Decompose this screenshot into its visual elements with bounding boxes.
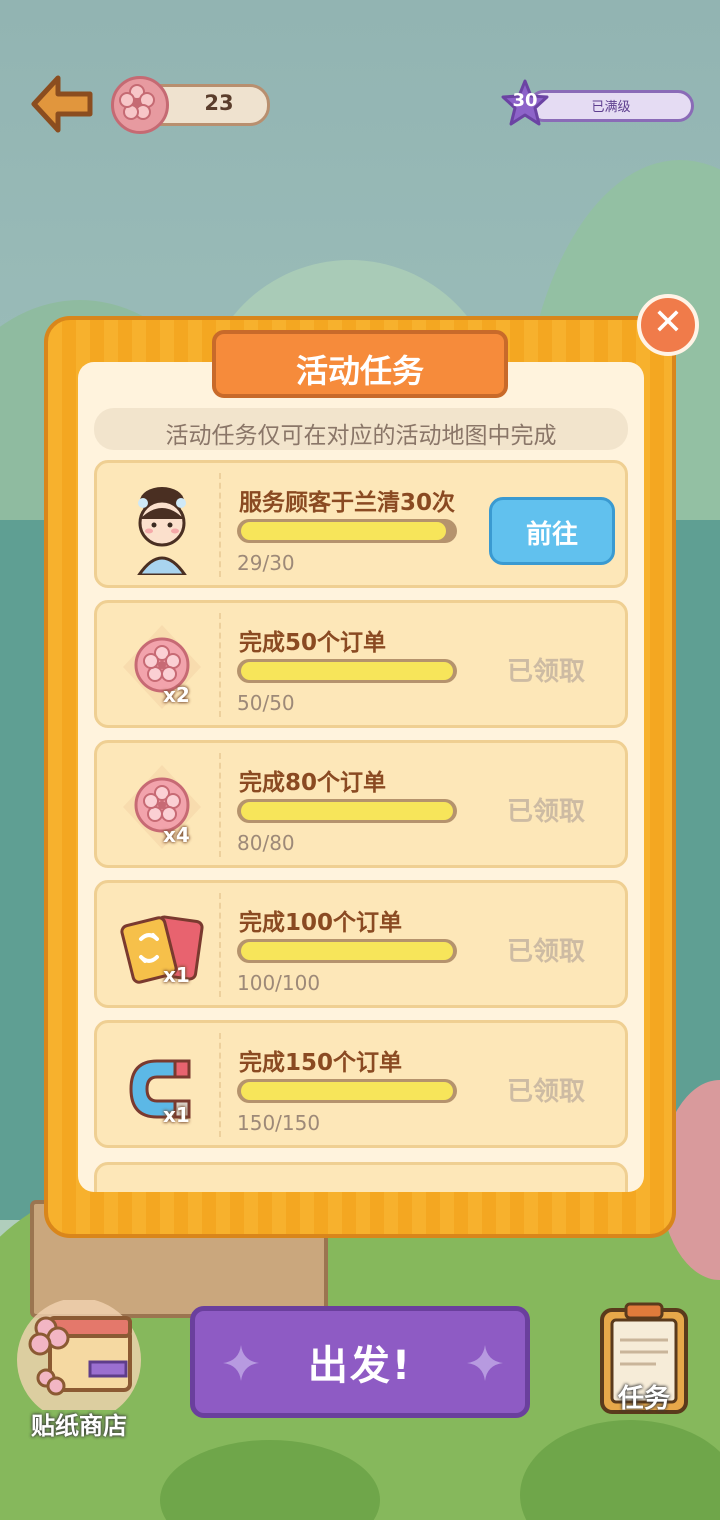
progress-bar bbox=[237, 1079, 457, 1103]
claimed-status: 已领取 bbox=[507, 937, 586, 967]
dialog-title-plate: 活动任务 bbox=[212, 330, 508, 398]
progress-fill bbox=[241, 522, 446, 540]
swap-cards-icon: x1 bbox=[117, 899, 207, 995]
go-button[interactable]: 前往 bbox=[489, 497, 615, 565]
go-button-label: 前往 bbox=[525, 520, 578, 550]
progress-text: 100/100 bbox=[237, 971, 321, 995]
progress-fill bbox=[241, 1082, 453, 1100]
reward-quantity: x2 bbox=[163, 683, 190, 707]
divider bbox=[219, 613, 221, 717]
mission-label: 任务 bbox=[617, 1384, 670, 1414]
divider bbox=[219, 1033, 221, 1137]
task-card: x4 完成80个订单 80/80 已领取 bbox=[94, 740, 628, 868]
reward-quantity: x1 bbox=[163, 963, 190, 987]
progress-text: 150/150 bbox=[237, 1111, 321, 1135]
reward-quantity: x4 bbox=[163, 823, 190, 847]
level-bar: 已满级 bbox=[528, 90, 694, 122]
depart-label: 出发! bbox=[307, 1343, 413, 1389]
divider bbox=[219, 753, 221, 857]
flower-coin-icon: x2 bbox=[117, 619, 207, 715]
shop-label: 贴纸商店 bbox=[31, 1412, 127, 1440]
claimed-status: 已领取 bbox=[507, 1077, 586, 1107]
shop-icon bbox=[17, 1298, 141, 1422]
progress-text: 29/30 bbox=[237, 551, 295, 575]
flower-coin-icon: x4 bbox=[117, 759, 207, 855]
level-star-icon: 30 bbox=[500, 78, 550, 128]
level-number: 30 bbox=[512, 90, 538, 111]
claimed-status: 已领取 bbox=[507, 657, 586, 687]
mission-button[interactable]: 任务 bbox=[596, 1300, 692, 1418]
task-title: 完成100个订单 bbox=[239, 910, 403, 936]
progress-fill bbox=[241, 802, 453, 820]
back-arrow-icon bbox=[31, 75, 93, 133]
level-status: 已满级 bbox=[591, 100, 631, 115]
divider bbox=[219, 893, 221, 997]
progress-bar bbox=[237, 939, 457, 963]
divider bbox=[219, 473, 221, 577]
task-title: 服务顾客于兰清30次 bbox=[239, 490, 456, 516]
task-title: 完成50个订单 bbox=[239, 630, 387, 656]
magnet-icon: x1 bbox=[117, 1039, 207, 1135]
task-title: 完成150个订单 bbox=[239, 1050, 403, 1076]
progress-fill bbox=[241, 942, 453, 960]
close-button[interactable]: ✕ bbox=[637, 294, 699, 356]
task-card: 服务顾客于兰清30次 29/30 前往 bbox=[94, 460, 628, 588]
progress-bar bbox=[237, 519, 457, 543]
depart-button[interactable]: 出发! bbox=[190, 1306, 530, 1418]
dialog-content: 活动任务仅可在对应的活动地图中完成 服务顾客于兰清30次 29/30 前往 x2 完成5… bbox=[78, 362, 644, 1192]
character-portrait-icon bbox=[117, 479, 207, 577]
task-card: x1 完成150个订单 150/150 已领取 bbox=[94, 1020, 628, 1148]
reward-quantity: x1 bbox=[163, 1103, 190, 1127]
progress-text: 80/80 bbox=[237, 831, 295, 855]
claimed-status: 已领取 bbox=[507, 797, 586, 827]
close-icon: ✕ bbox=[652, 302, 684, 343]
task-title: 完成80个订单 bbox=[239, 770, 387, 796]
sticker-shop-button[interactable]: 贴纸商店 bbox=[14, 1298, 144, 1440]
dialog-title: 活动任务 bbox=[295, 352, 424, 390]
notice-text: 活动任务仅可在对应的活动地图中完成 bbox=[165, 423, 557, 449]
progress-bar bbox=[237, 659, 457, 683]
task-card: x1 完成100个订单 100/100 已领取 bbox=[94, 880, 628, 1008]
progress-fill bbox=[241, 662, 453, 680]
progress-text: 50/50 bbox=[237, 691, 295, 715]
task-card: x2 完成50个订单 50/50 已领取 bbox=[94, 600, 628, 728]
list-item bbox=[94, 1162, 628, 1192]
back-button[interactable] bbox=[28, 70, 98, 140]
flower-coin-icon bbox=[111, 76, 169, 134]
notice-banner: 活动任务仅可在对应的活动地图中完成 bbox=[94, 408, 628, 450]
progress-bar bbox=[237, 799, 457, 823]
